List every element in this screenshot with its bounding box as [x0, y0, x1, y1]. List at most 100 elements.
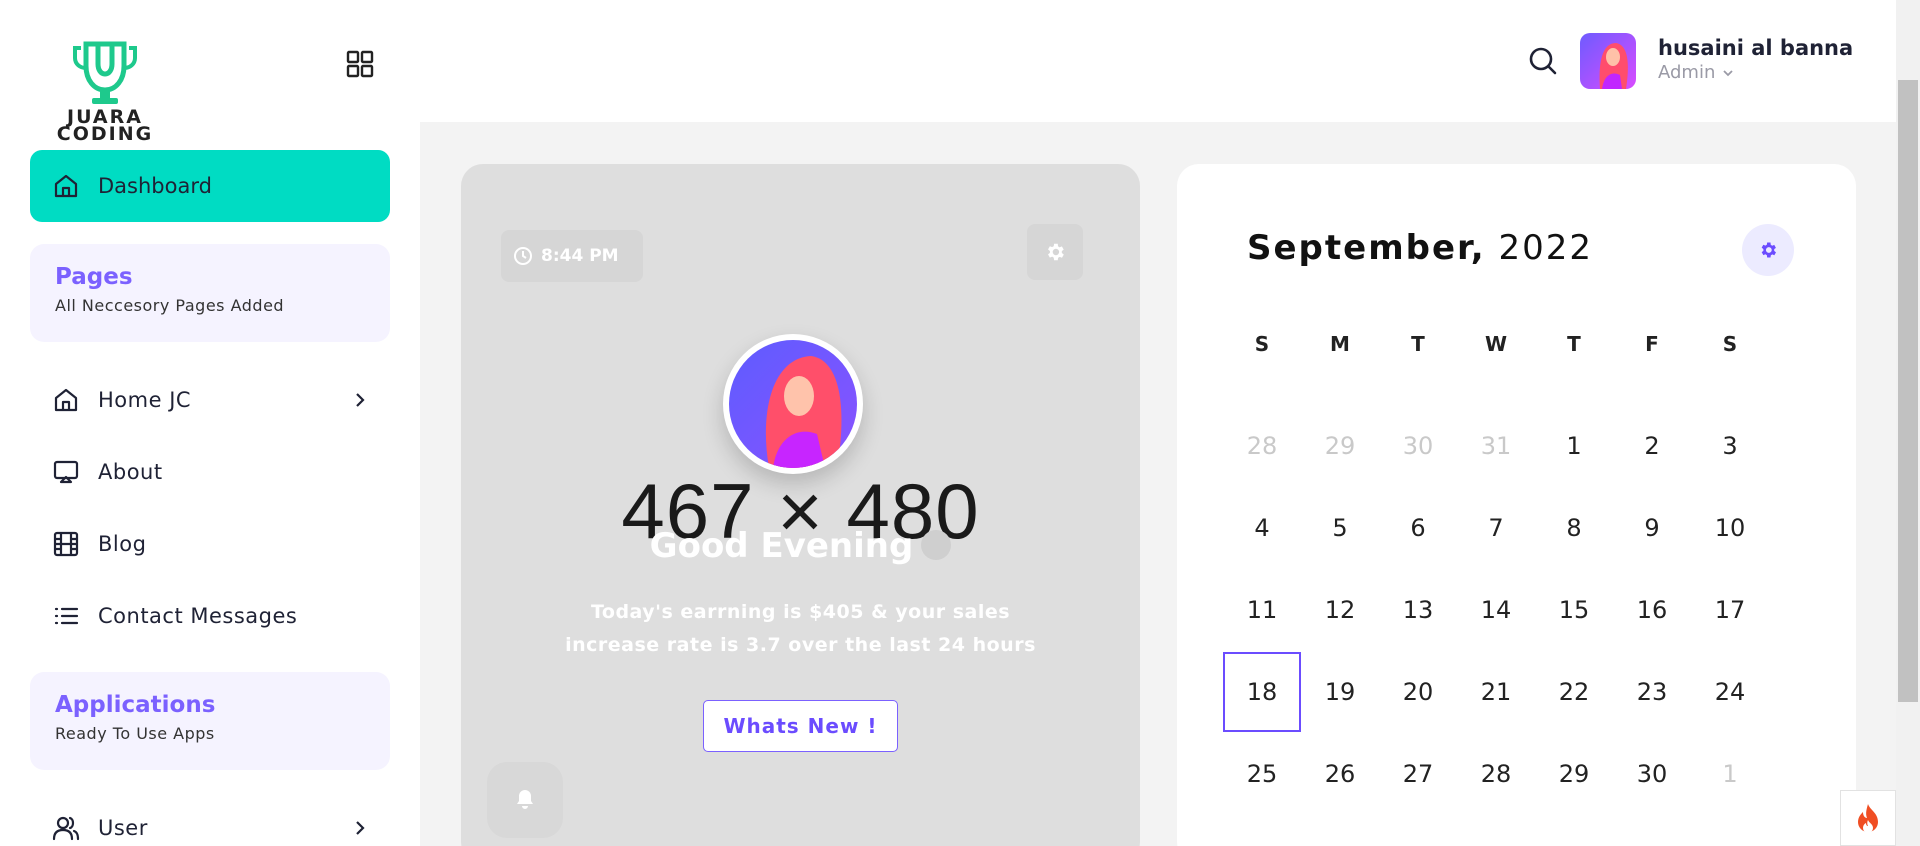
welcome-settings-button[interactable] [1027, 224, 1083, 280]
calendar-day[interactable]: 25 [1223, 734, 1301, 814]
sidebar-item-dashboard[interactable]: Dashboard [30, 150, 390, 222]
calendar-day[interactable]: 18 [1223, 652, 1301, 732]
brand-logo-text: JUARA CODING [56, 106, 154, 145]
calendar-day[interactable]: 28 [1223, 406, 1301, 486]
calendar-day[interactable]: 14 [1457, 570, 1535, 650]
sidebar-item-label: About [98, 460, 163, 484]
gear-icon [1761, 242, 1776, 258]
search-icon[interactable] [1528, 46, 1558, 76]
calendar-day[interactable]: 13 [1379, 570, 1457, 650]
whats-new-button[interactable]: Whats New ! [703, 700, 898, 752]
calendar-day[interactable]: 17 [1691, 570, 1769, 650]
brand-logo[interactable]: JUARA CODING [50, 36, 160, 144]
check-circle-icon [921, 529, 952, 560]
calendar-day[interactable]: 10 [1691, 488, 1769, 568]
sidebar-section-applications: Applications Ready To Use Apps [30, 672, 390, 770]
chevron-down-icon [1723, 70, 1733, 77]
calendar-day[interactable]: 2 [1613, 406, 1691, 486]
section-subtitle: Ready To Use Apps [55, 724, 215, 743]
section-title: Pages [55, 264, 133, 290]
sidebar-item-home-jc[interactable]: Home JC [52, 380, 382, 420]
calendar-weekday-label: M [1330, 332, 1350, 356]
calendar-day[interactable]: 11 [1223, 570, 1301, 650]
calendar-day[interactable]: 26 [1301, 734, 1379, 814]
film-icon [53, 531, 79, 557]
calendar-weekday-label: T [1567, 332, 1581, 356]
sidebar-item-label: Dashboard [98, 174, 212, 198]
calendar-day[interactable]: 24 [1691, 652, 1769, 732]
calendar-day[interactable]: 16 [1613, 570, 1691, 650]
calendar-day[interactable]: 19 [1301, 652, 1379, 732]
home-icon [54, 174, 78, 198]
calendar-day[interactable]: 5 [1301, 488, 1379, 568]
sidebar-item-blog[interactable]: Blog [52, 524, 382, 564]
calendar-day[interactable]: 30 [1379, 406, 1457, 486]
calendar-month: September, [1247, 228, 1486, 268]
calendar-settings-button[interactable] [1742, 224, 1794, 276]
top-header: husaini al banna Admin [420, 0, 1896, 122]
fire-button[interactable] [1840, 790, 1896, 846]
users-icon [52, 816, 80, 841]
calendar-day[interactable]: 23 [1613, 652, 1691, 732]
calendar-day[interactable]: 12 [1301, 570, 1379, 650]
monitor-icon [53, 460, 79, 484]
list-icon [54, 607, 79, 625]
calendar-day[interactable]: 1 [1691, 734, 1769, 814]
user-role-dropdown[interactable]: Admin [1658, 62, 1735, 83]
clock-icon [514, 247, 532, 265]
sidebar-item-user[interactable]: User [52, 808, 382, 846]
calendar-day[interactable]: 27 [1379, 734, 1457, 814]
calendar-day[interactable]: 29 [1301, 406, 1379, 486]
calendar-day[interactable]: 20 [1379, 652, 1457, 732]
user-avatar[interactable] [1580, 33, 1636, 89]
greeting-text: Good Evening [649, 526, 914, 566]
calendar-day[interactable]: 6 [1379, 488, 1457, 568]
section-subtitle: All Neccesory Pages Added [55, 296, 285, 315]
calendar-day[interactable]: 31 [1457, 406, 1535, 486]
calendar-day[interactable]: 8 [1535, 488, 1613, 568]
gear-icon [1048, 243, 1064, 261]
calendar-weekday-label: T [1411, 332, 1425, 356]
home-icon [54, 388, 78, 412]
chevron-right-icon [356, 393, 365, 407]
welcome-card: 8:44 PM 467 × 480 Good Evening Today's e… [461, 164, 1140, 846]
sidebar-item-label: User [98, 816, 148, 840]
calendar-year: 2022 [1498, 228, 1594, 268]
sidebar-item-about[interactable]: About [52, 452, 382, 492]
trophy-logo-icon [73, 41, 137, 104]
section-title: Applications [55, 692, 216, 718]
calendar-card: September, 2022 S M T W T F S 28 29 30 31 1 2 3 4 5 6 7 8 9… [1177, 164, 1856, 846]
sidebar: JUARA CODING Dashboard Pages All Neccesor… [0, 0, 420, 846]
fire-icon [1858, 804, 1878, 833]
calendar-weekday-label: S [1254, 332, 1270, 356]
calendar-weekday-label: W [1484, 332, 1508, 356]
calendar-weekday-label: F [1645, 332, 1659, 356]
calendar-day[interactable]: 9 [1613, 488, 1691, 568]
bell-icon [517, 790, 533, 809]
calendar-day[interactable]: 7 [1457, 488, 1535, 568]
calendar-weekday-label: S [1722, 332, 1738, 356]
calendar-day[interactable]: 15 [1535, 570, 1613, 650]
time-text: 8:44 PM [541, 246, 619, 266]
earning-summary: Today's earrning is $405 & your sales in… [565, 601, 1036, 656]
notification-button[interactable] [487, 762, 563, 838]
welcome-avatar [723, 334, 863, 474]
sidebar-item-label: Contact Messages [98, 604, 298, 628]
calendar-day[interactable]: 21 [1457, 652, 1535, 732]
sidebar-item-contact-messages[interactable]: Contact Messages [52, 596, 382, 636]
calendar-day[interactable]: 1 [1535, 406, 1613, 486]
user-role-label: Admin [1658, 62, 1716, 83]
page-scrollbar-thumb[interactable] [1898, 80, 1918, 702]
calendar-day[interactable]: 29 [1535, 734, 1613, 814]
calendar-day[interactable]: 28 [1457, 734, 1535, 814]
calendar-day[interactable]: 30 [1613, 734, 1691, 814]
greeting-heading: Good Evening [461, 526, 1140, 566]
calendar-day[interactable]: 4 [1223, 488, 1301, 568]
user-name[interactable]: husaini al banna [1658, 36, 1853, 60]
calendar-day[interactable]: 22 [1535, 652, 1613, 732]
calendar-month-year: September, 2022 [1247, 228, 1593, 268]
sidebar-item-label: Blog [98, 532, 147, 556]
grid-menu-icon[interactable] [346, 50, 374, 78]
calendar-day[interactable]: 3 [1691, 406, 1769, 486]
sidebar-item-label: Home JC [98, 388, 192, 412]
